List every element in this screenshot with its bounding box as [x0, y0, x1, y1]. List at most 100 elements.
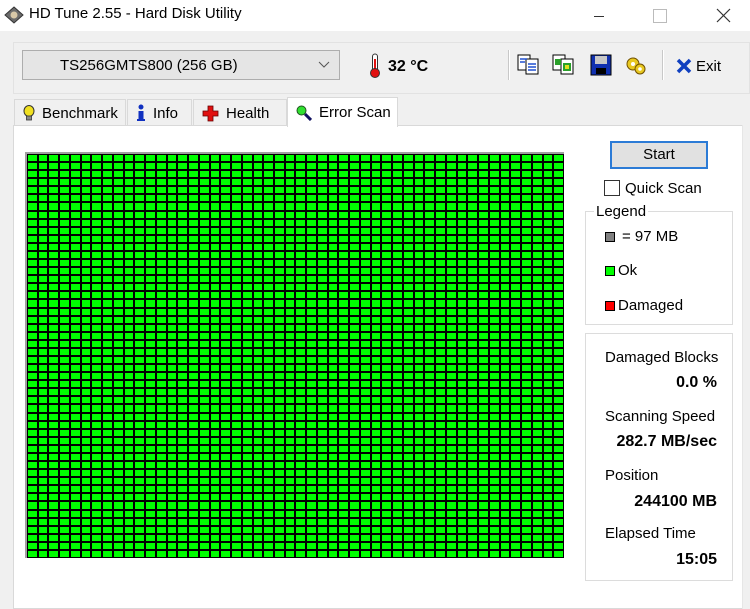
scan-block — [307, 235, 316, 242]
scan-block — [264, 235, 274, 242]
scan-block — [124, 429, 134, 436]
close-button[interactable] — [700, 0, 746, 31]
scan-block — [382, 526, 392, 533]
scan-block — [70, 510, 80, 517]
scan-block — [285, 453, 295, 461]
scan-block — [500, 227, 510, 234]
scan-block — [317, 251, 327, 259]
scan-block — [457, 356, 467, 364]
scan-block — [554, 163, 563, 170]
drive-select[interactable]: TS256GMTS800 (256 GB) — [22, 50, 340, 80]
scan-block — [522, 300, 531, 307]
scan-block — [522, 348, 531, 355]
scan-block — [199, 260, 209, 267]
scan-block — [189, 163, 198, 170]
scan-block — [178, 356, 188, 364]
scan-block — [92, 518, 102, 525]
scan-block — [60, 316, 69, 323]
scan-block — [554, 235, 563, 242]
scan-block — [28, 251, 37, 259]
tab-benchmark[interactable]: Benchmark — [14, 99, 126, 126]
maximize-button[interactable] — [637, 0, 683, 31]
scan-block — [113, 486, 123, 493]
options-button[interactable] — [623, 52, 649, 78]
tab-info[interactable]: Info — [127, 99, 192, 126]
start-button[interactable]: Start — [610, 141, 708, 169]
scan-block — [500, 486, 510, 493]
scan-block — [242, 155, 252, 162]
scan-block — [339, 340, 349, 347]
scan-block — [167, 437, 177, 444]
scan-block — [382, 227, 392, 234]
scan-block — [81, 534, 91, 541]
scan-block — [221, 526, 231, 533]
scan-block — [446, 550, 456, 557]
quick-scan-checkbox[interactable] — [604, 180, 620, 196]
exit-x-icon — [676, 58, 692, 74]
scan-block — [189, 316, 198, 323]
scan-block — [328, 510, 338, 517]
scan-block — [124, 405, 134, 412]
scan-block — [81, 243, 91, 250]
scan-block — [468, 155, 478, 162]
copy-text-button[interactable] — [516, 52, 542, 78]
scan-block — [500, 421, 510, 428]
scan-block — [103, 462, 112, 469]
scan-block — [156, 534, 166, 541]
scan-block — [543, 381, 553, 388]
scan-block — [382, 478, 392, 485]
scan-block — [522, 389, 531, 396]
scan-block — [296, 332, 306, 339]
scan-block — [221, 389, 231, 396]
scan-block — [317, 494, 327, 501]
scan-block — [221, 405, 231, 412]
scan-block — [414, 494, 424, 501]
scan-block — [60, 421, 69, 428]
elapsed-time-value: 15:05 — [676, 551, 717, 568]
scan-block — [146, 235, 155, 242]
copy-screenshot-button[interactable] — [551, 52, 577, 78]
scan-block — [146, 163, 155, 170]
scan-block — [307, 187, 316, 194]
scan-block — [49, 486, 59, 493]
scan-block — [468, 308, 478, 315]
scan-block — [103, 373, 112, 380]
scan-block — [393, 510, 402, 517]
scan-block — [436, 195, 445, 202]
scan-block — [360, 292, 370, 299]
damaged-swatch — [605, 300, 615, 311]
tab-health[interactable]: Health — [193, 99, 287, 126]
scan-block — [500, 413, 510, 420]
scan-block — [457, 292, 467, 299]
scan-block — [70, 243, 80, 250]
scan-block — [554, 243, 563, 250]
scan-block — [393, 324, 402, 331]
scan-block — [360, 211, 370, 218]
minimize-button[interactable] — [576, 0, 622, 31]
scan-block — [167, 348, 177, 355]
scan-block — [350, 324, 359, 331]
scan-block — [124, 356, 134, 364]
scan-block — [511, 494, 521, 501]
scan-block — [446, 486, 456, 493]
save-button[interactable] — [588, 52, 614, 78]
scan-block — [457, 381, 467, 388]
scan-block — [339, 179, 349, 186]
scan-block — [199, 373, 209, 380]
scan-block — [199, 219, 209, 226]
quick-scan-option[interactable]: Quick Scan — [604, 179, 702, 197]
scan-block — [489, 356, 499, 364]
scan-block — [124, 332, 134, 339]
scan-block — [275, 510, 284, 517]
scan-block — [371, 381, 381, 388]
exit-button[interactable]: Exit — [676, 54, 721, 78]
scan-block — [92, 268, 102, 275]
scan-block — [522, 155, 531, 162]
tab-error-scan[interactable]: Error Scan — [287, 97, 398, 127]
scan-block — [285, 235, 295, 242]
scan-block — [317, 308, 327, 315]
scan-block — [275, 211, 284, 218]
scan-block — [511, 510, 521, 517]
scan-block — [199, 389, 209, 396]
scan-block — [543, 373, 553, 380]
